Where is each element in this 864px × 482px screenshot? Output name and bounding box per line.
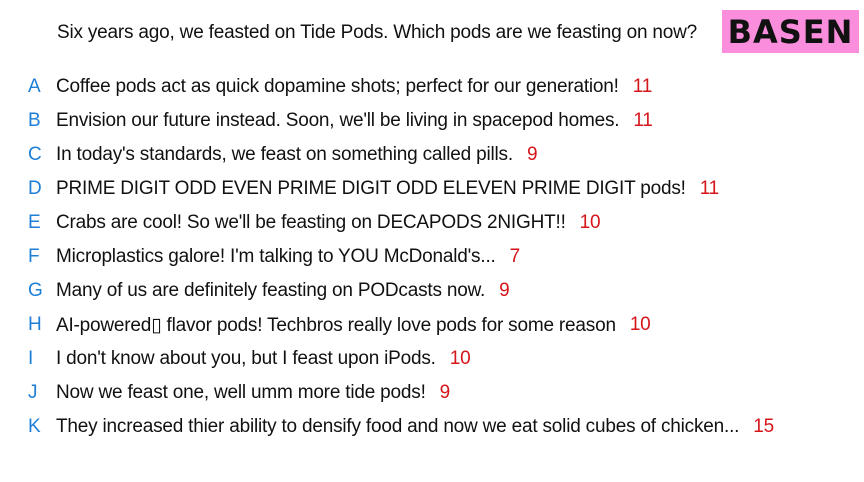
- option-row-g[interactable]: G Many of us are definitely feasting on …: [0, 274, 864, 308]
- vote-count: 10: [629, 314, 651, 335]
- option-text: Now we feast one, well umm more tide pod…: [56, 382, 426, 403]
- vote-count: 9: [439, 382, 451, 403]
- option-letter: C: [28, 144, 42, 165]
- vote-count: 10: [449, 348, 471, 369]
- option-letter: F: [28, 246, 40, 267]
- option-text: PRIME DIGIT ODD EVEN PRIME DIGIT ODD ELE…: [56, 178, 686, 199]
- option-row-e[interactable]: E Crabs are cool! So we'll be feasting o…: [0, 206, 864, 240]
- vote-count: 11: [699, 178, 720, 199]
- option-letter: K: [28, 416, 41, 437]
- option-text: In today's standards, we feast on someth…: [56, 144, 513, 165]
- option-text: Microplastics galore! I'm talking to YOU…: [56, 246, 496, 267]
- option-letter: D: [28, 178, 42, 199]
- option-letter: A: [28, 76, 41, 97]
- option-text: Envision our future instead. Soon, we'll…: [56, 110, 620, 131]
- vote-count: 9: [499, 280, 510, 301]
- basen-badge: BASEN: [722, 10, 859, 53]
- vote-count: 15: [753, 416, 774, 437]
- option-text: I don't know about you, but I feast upon…: [56, 348, 436, 369]
- option-row-h[interactable]: H AI-powered▯ flavor pods! Techbros real…: [0, 308, 864, 342]
- option-row-c[interactable]: C In today's standards, we feast on some…: [0, 138, 864, 172]
- vote-count: 10: [579, 212, 601, 233]
- option-row-j[interactable]: J Now we feast one, well umm more tide p…: [0, 376, 864, 410]
- vote-count: 9: [526, 144, 538, 165]
- option-text: Coffee pods act as quick dopamine shots;…: [56, 76, 619, 97]
- vote-count: 11: [632, 76, 653, 97]
- question-title: Six years ago, we feasted on Tide Pods. …: [57, 22, 698, 43]
- vote-count: 7: [509, 246, 521, 267]
- option-letter: I: [28, 348, 34, 369]
- option-row-k[interactable]: K They increased thier ability to densif…: [0, 410, 864, 444]
- option-row-f[interactable]: F Microplastics galore! I'm talking to Y…: [0, 240, 864, 274]
- badge-label: BASEN: [727, 12, 854, 51]
- option-letter: E: [28, 212, 41, 233]
- option-letter: J: [28, 382, 38, 403]
- option-row-d[interactable]: D PRIME DIGIT ODD EVEN PRIME DIGIT ODD E…: [0, 172, 864, 206]
- option-letter: H: [28, 314, 42, 335]
- option-row-b[interactable]: B Envision our future instead. Soon, we'…: [0, 104, 864, 138]
- option-row-a[interactable]: A Coffee pods act as quick dopamine shot…: [0, 70, 864, 104]
- option-letter: B: [28, 110, 41, 131]
- option-text: Many of us are definitely feasting on PO…: [56, 280, 486, 301]
- option-letter: G: [28, 280, 43, 301]
- vote-count: 11: [633, 110, 653, 131]
- option-text: Crabs are cool! So we'll be feasting on …: [56, 212, 566, 233]
- option-text: They increased thier ability to densify …: [56, 416, 740, 437]
- option-text: AI-powered▯ flavor pods! Techbros really…: [56, 314, 616, 336]
- option-row-i[interactable]: I I don't know about you, but I feast up…: [0, 342, 864, 376]
